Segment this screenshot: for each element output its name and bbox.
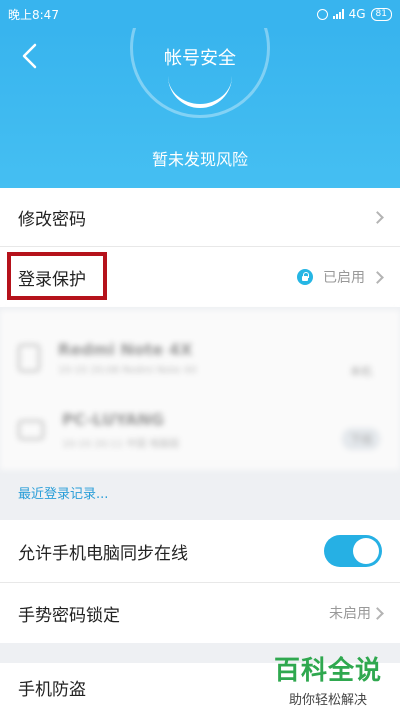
device-item[interactable]: Redmi Note 4X 10-10 20:08 Redmi Note 4X <box>18 340 197 376</box>
chevron-right-icon <box>371 270 384 284</box>
device-name: Redmi Note 4X <box>58 340 193 359</box>
watermark-title: 百科全说 <box>273 656 382 686</box>
device-detail: 10-10 20:11 中国 电脑版 <box>62 439 180 450</box>
header: 帐号安全 暂未发现风险 <box>0 28 400 188</box>
monitor-icon <box>18 420 44 440</box>
chevron-right-icon <box>371 606 384 620</box>
signal-icon <box>332 9 344 19</box>
device-detail: 10-10 20:08 Redmi Note 4X <box>58 365 197 376</box>
status-icons: 4G 81 <box>316 7 392 21</box>
gesture-lock-row[interactable]: 手势密码锁定 未启用 <box>0 583 400 643</box>
device-list: Redmi Note 4X 10-10 20:08 Redmi Note 4X … <box>0 310 400 470</box>
chevron-right-icon <box>371 210 384 224</box>
login-protection-label: 登录保护 <box>18 269 86 290</box>
change-password-label: 修改密码 <box>18 209 86 230</box>
allow-sync-row: 允许手机电脑同步在线 <box>0 520 400 582</box>
watermark-subtitle: 助你轻松解决 <box>288 693 367 708</box>
allow-sync-label: 允许手机电脑同步在线 <box>18 543 188 564</box>
login-protection-row[interactable]: 登录保护 已启用 <box>0 247 400 307</box>
device-item[interactable]: PC-LUYANG 10-10 20:11 中国 电脑版 <box>18 410 179 450</box>
gesture-lock-status: 未启用 <box>329 606 371 622</box>
gesture-lock-right: 未启用 <box>329 603 384 623</box>
gesture-lock-label: 手势密码锁定 <box>18 605 120 626</box>
anti-theft-label: 手机防盗 <box>18 679 86 700</box>
phone-icon <box>18 344 40 372</box>
network-label: 4G <box>348 7 366 21</box>
change-password-row[interactable]: 修改密码 <box>0 188 400 246</box>
security-status-text: 暂未发现风险 <box>151 150 248 169</box>
lock-icon <box>297 269 313 285</box>
login-protection-status: 已启用 <box>323 270 365 286</box>
login-protection-right: 已启用 <box>297 267 384 287</box>
battery-icon: 81 <box>370 7 392 21</box>
alarm-icon <box>316 8 328 20</box>
recent-login-link[interactable]: 最近登录记录... <box>18 483 108 502</box>
device-tag[interactable]: 下线 <box>342 428 380 450</box>
device-tag: 本机 <box>350 365 372 378</box>
allow-sync-toggle[interactable] <box>324 535 382 567</box>
watermark-logo: 百科全说 助你轻松解决 <box>274 650 382 708</box>
status-bar: 晚上8:47 4G 81 <box>0 0 400 28</box>
status-time: 晚上8:47 <box>8 7 59 22</box>
change-password-right <box>365 210 384 224</box>
device-name: PC-LUYANG <box>62 410 165 429</box>
